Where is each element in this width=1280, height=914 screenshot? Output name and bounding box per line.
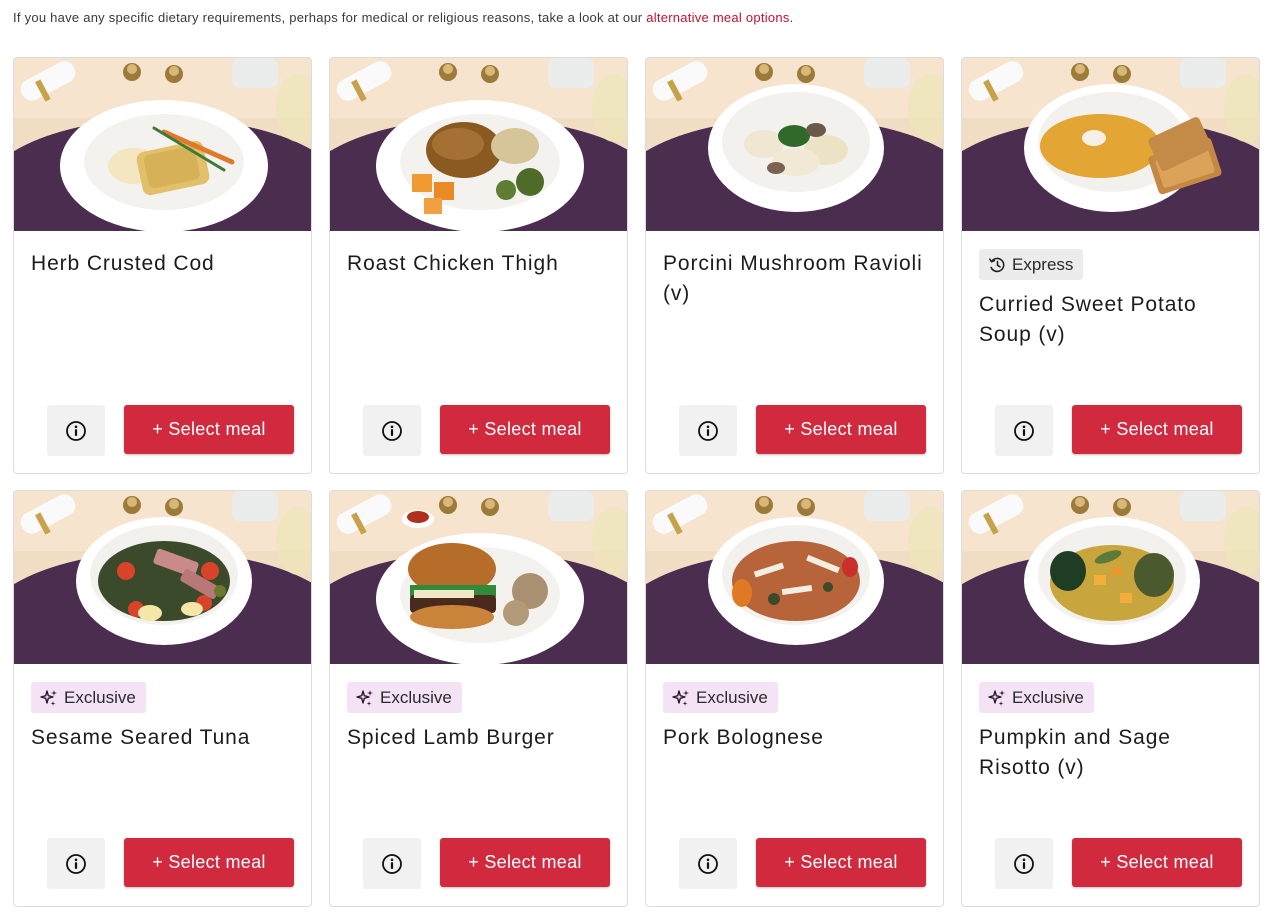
meal-card: Herb Crusted Cod + Select meal (13, 57, 312, 474)
meal-title: Spiced Lamb Burger (347, 726, 555, 749)
express-badge: Express (979, 249, 1084, 280)
select-meal-button[interactable]: + Select meal (1072, 838, 1242, 887)
select-meal-button[interactable]: + Select meal (1072, 405, 1242, 454)
info-circle-icon (697, 853, 719, 875)
meal-title: Pumpkin and Sage Risotto (v) (979, 726, 1171, 779)
meal-title: Curried Sweet Potato Soup (v) (979, 293, 1197, 346)
meal-info: Herb Crusted Cod (31, 249, 294, 279)
intro-end: . (789, 10, 794, 25)
exclusive-badge: Exclusive (663, 682, 778, 713)
info-circle-icon (65, 853, 87, 875)
select-meal-button[interactable]: + Select meal (124, 838, 294, 887)
sparkles-icon (988, 689, 1006, 707)
badge-label: Exclusive (696, 687, 768, 707)
intro-text: If you have any specific dietary require… (13, 10, 647, 25)
meal-photo (14, 491, 311, 664)
meal-info-button[interactable] (995, 405, 1053, 456)
info-circle-icon (381, 420, 403, 442)
meal-info: Express Curried Sweet Potato Soup (v) (979, 249, 1242, 350)
alternative-meal-options-link[interactable]: alternative meal options (646, 10, 789, 25)
meal-info-button[interactable] (363, 405, 421, 456)
meal-photo (14, 58, 311, 231)
meal-photo (330, 491, 627, 664)
sparkles-icon (672, 689, 690, 707)
badge-label: Exclusive (1012, 687, 1084, 707)
meal-photo (646, 491, 943, 664)
badge-label: Exclusive (380, 687, 452, 707)
meal-info: Exclusive Pork Bolognese (663, 682, 926, 753)
meal-grid: Herb Crusted Cod + Select meal Roast Chick… (13, 57, 1260, 907)
meal-title: Porcini Mushroom Ravioli (v) (663, 252, 923, 305)
meal-photo (962, 58, 1259, 231)
meal-title: Roast Chicken Thigh (347, 252, 559, 275)
exclusive-badge: Exclusive (347, 682, 462, 713)
info-circle-icon (65, 420, 87, 442)
badge-label: Express (1012, 254, 1074, 274)
select-meal-button[interactable]: + Select meal (756, 838, 926, 887)
badge-label: Exclusive (64, 687, 136, 707)
clock-icon (988, 256, 1006, 274)
sparkles-icon (40, 689, 58, 707)
meal-card: Exclusive Pork Bolognese + Select meal (645, 490, 944, 907)
select-meal-button[interactable]: + Select meal (756, 405, 926, 454)
meal-photo (646, 58, 943, 231)
meal-info-button[interactable] (47, 838, 105, 889)
meal-card: Roast Chicken Thigh + Select meal (329, 57, 628, 474)
meal-card: Porcini Mushroom Ravioli (v) + Select mea… (645, 57, 944, 474)
meal-info: Roast Chicken Thigh (347, 249, 610, 279)
dietary-intro: If you have any specific dietary require… (13, 10, 793, 25)
meal-info-button[interactable] (47, 405, 105, 456)
meal-info-button[interactable] (679, 838, 737, 889)
meal-info: Exclusive Sesame Seared Tuna (31, 682, 294, 753)
select-meal-button[interactable]: + Select meal (124, 405, 294, 454)
meal-card: Exclusive Spiced Lamb Burger + Select meal (329, 490, 628, 907)
meal-info-button[interactable] (995, 838, 1053, 889)
sparkles-icon (356, 689, 374, 707)
info-circle-icon (1013, 853, 1035, 875)
meal-info-button[interactable] (363, 838, 421, 889)
meal-info-button[interactable] (679, 405, 737, 456)
info-circle-icon (1013, 420, 1035, 442)
meal-photo (962, 491, 1259, 664)
meal-card: Express Curried Sweet Potato Soup (v) + Se… (961, 57, 1260, 474)
exclusive-badge: Exclusive (979, 682, 1094, 713)
meal-photo (330, 58, 627, 231)
info-circle-icon (381, 853, 403, 875)
meal-info: Exclusive Pumpkin and Sage Risotto (v) (979, 682, 1242, 783)
info-circle-icon (697, 420, 719, 442)
meal-title: Pork Bolognese (663, 726, 824, 749)
meal-title: Herb Crusted Cod (31, 252, 215, 275)
select-meal-button[interactable]: + Select meal (440, 838, 610, 887)
meal-card: Exclusive Sesame Seared Tuna + Select meal (13, 490, 312, 907)
select-meal-button[interactable]: + Select meal (440, 405, 610, 454)
meal-title: Sesame Seared Tuna (31, 726, 251, 749)
meal-info: Porcini Mushroom Ravioli (v) (663, 249, 926, 309)
meal-card: Exclusive Pumpkin and Sage Risotto (v) + S… (961, 490, 1260, 907)
exclusive-badge: Exclusive (31, 682, 146, 713)
meal-info: Exclusive Spiced Lamb Burger (347, 682, 610, 753)
